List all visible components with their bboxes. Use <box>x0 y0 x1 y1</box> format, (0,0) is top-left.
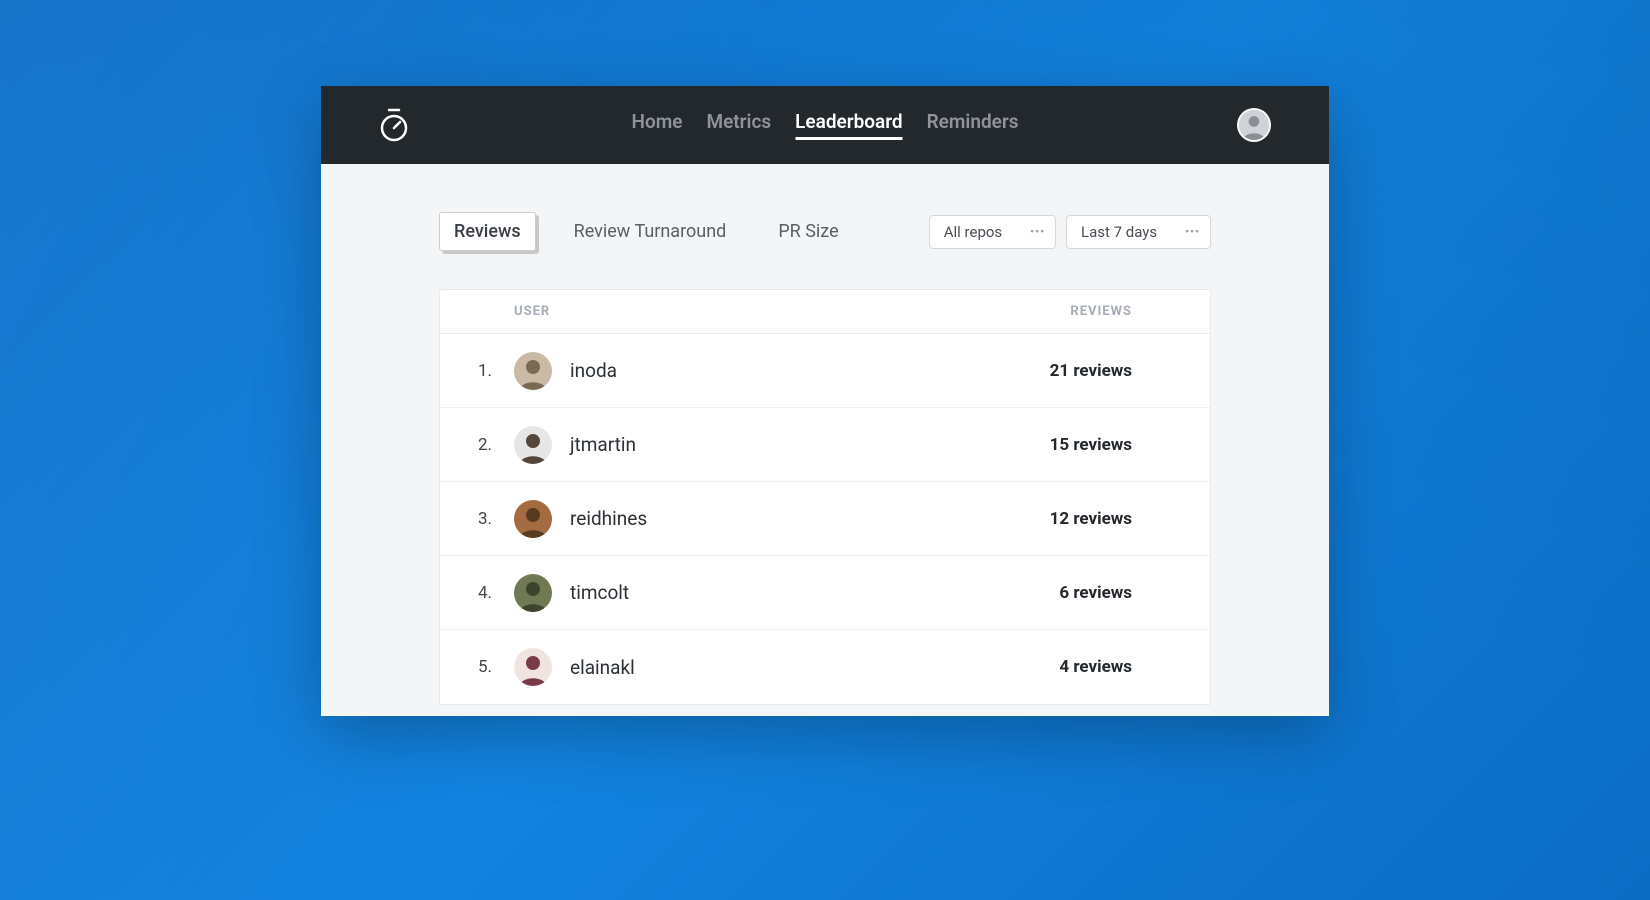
nav-leaderboard[interactable]: Leaderboard <box>795 110 902 140</box>
main-nav: Home Metrics Leaderboard Reminders <box>632 110 1019 140</box>
tab-reviews[interactable]: Reviews <box>439 212 536 251</box>
user-avatar-icon <box>514 426 552 464</box>
profile-menu[interactable] <box>1237 108 1271 142</box>
cell-rank: 5. <box>440 657 514 677</box>
cell-user: elainakl <box>514 648 1010 686</box>
col-reviews-header: REVIEWS <box>1010 304 1210 319</box>
leaderboard-table: USER REVIEWS 1. inoda 21 reviews 2. jtmartin… <box>439 289 1211 705</box>
date-range-label: Last 7 days <box>1081 223 1157 241</box>
user-name: reidhines <box>570 507 647 530</box>
ellipsis-icon: ••• <box>1030 225 1045 238</box>
table-row[interactable]: 3. reidhines 12 reviews <box>440 482 1210 556</box>
table-row[interactable]: 2. jtmartin 15 reviews <box>440 408 1210 482</box>
cell-reviews: 21 reviews <box>1010 361 1210 381</box>
user-name: inoda <box>570 359 617 382</box>
cell-reviews: 4 reviews <box>1010 657 1210 677</box>
nav-home[interactable]: Home <box>632 110 683 140</box>
table-row[interactable]: 1. inoda 21 reviews <box>440 334 1210 408</box>
user-name: jtmartin <box>570 433 636 456</box>
ellipsis-icon: ••• <box>1185 225 1200 238</box>
user-avatar-icon <box>514 352 552 390</box>
repo-filter[interactable]: All repos ••• <box>929 215 1056 249</box>
cell-rank: 2. <box>440 435 514 455</box>
table-row[interactable]: 5. elainakl 4 reviews <box>440 630 1210 704</box>
table-row[interactable]: 4. timcolt 6 reviews <box>440 556 1210 630</box>
cell-rank: 3. <box>440 509 514 529</box>
cell-user: timcolt <box>514 574 1010 612</box>
user-avatar-icon <box>514 574 552 612</box>
table-body: 1. inoda 21 reviews 2. jtmartin 15 reviews 3. r… <box>440 334 1210 704</box>
stopwatch-icon <box>379 108 409 142</box>
app-window: Home Metrics Leaderboard Reminders Revie… <box>321 86 1329 716</box>
user-avatar-icon <box>1237 108 1271 142</box>
nav-metrics[interactable]: Metrics <box>706 110 771 140</box>
tab-review-turnaround[interactable]: Review Turnaround <box>560 213 741 250</box>
cell-user: jtmartin <box>514 426 1010 464</box>
user-avatar-icon <box>514 648 552 686</box>
col-user-header: USER <box>514 304 1010 319</box>
cell-reviews: 15 reviews <box>1010 435 1210 455</box>
table-header: USER REVIEWS <box>440 290 1210 334</box>
cell-reviews: 12 reviews <box>1010 509 1210 529</box>
repo-filter-label: All repos <box>944 223 1002 241</box>
tab-pr-size[interactable]: PR Size <box>764 213 852 250</box>
date-range-filter[interactable]: Last 7 days ••• <box>1066 215 1211 249</box>
cell-user: reidhines <box>514 500 1010 538</box>
controls-bar: Reviews Review Turnaround PR Size All re… <box>321 164 1329 251</box>
cell-user: inoda <box>514 352 1010 390</box>
cell-reviews: 6 reviews <box>1010 583 1210 603</box>
cell-rank: 4. <box>440 583 514 603</box>
user-avatar-icon <box>514 500 552 538</box>
app-logo[interactable] <box>379 108 409 142</box>
filter-group: All repos ••• Last 7 days ••• <box>929 215 1211 249</box>
user-name: timcolt <box>570 581 629 604</box>
nav-reminders[interactable]: Reminders <box>927 110 1019 140</box>
metric-tabs: Reviews Review Turnaround PR Size <box>439 212 853 251</box>
app-header: Home Metrics Leaderboard Reminders <box>321 86 1329 164</box>
user-name: elainakl <box>570 656 635 679</box>
cell-rank: 1. <box>440 361 514 381</box>
